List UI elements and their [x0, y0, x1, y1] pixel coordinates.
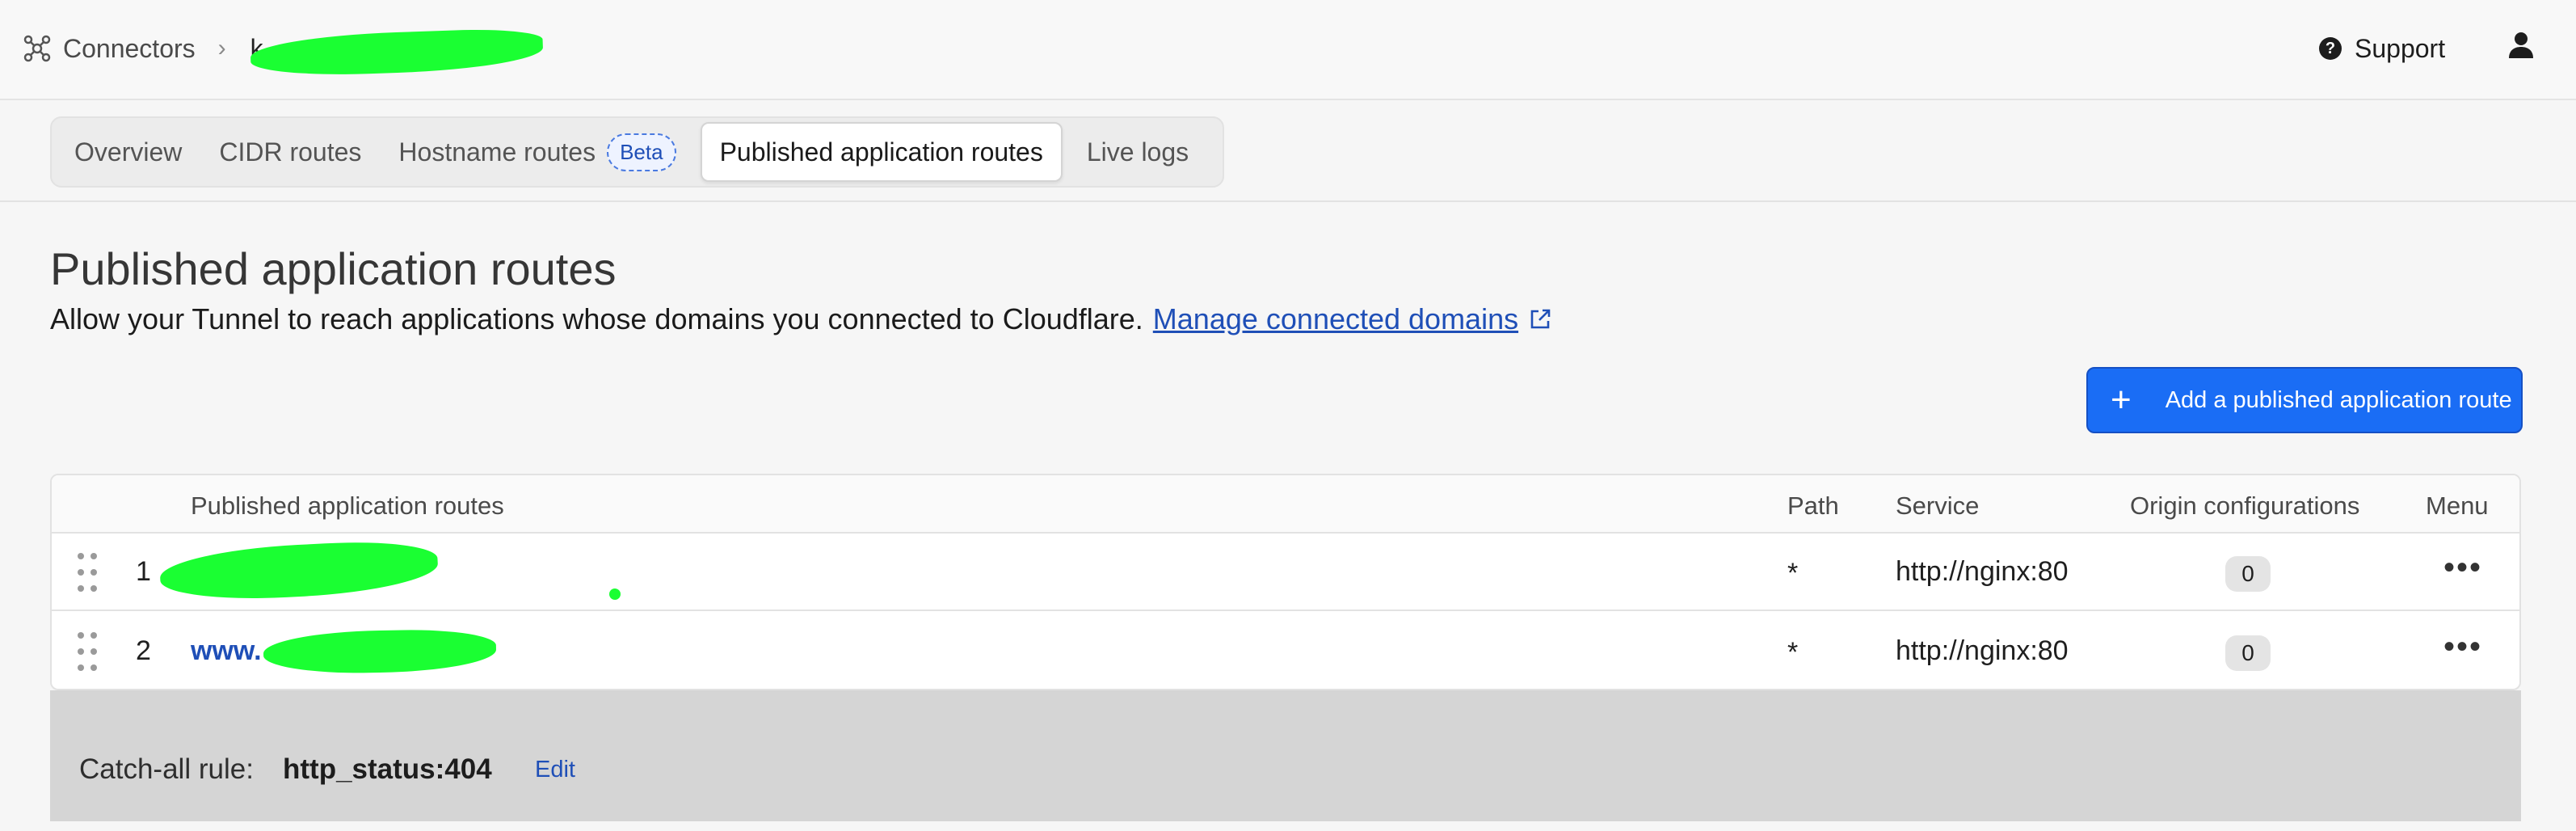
- tab-overview[interactable]: Overview: [61, 122, 195, 182]
- top-header: Connectors › k ? Support: [0, 0, 2576, 100]
- tab-cidr-routes[interactable]: CIDR routes: [206, 122, 374, 182]
- page-description: Allow your Tunnel to reach applications …: [50, 302, 1552, 336]
- breadcrumb-tunnel-name: k: [249, 27, 544, 78]
- tab-bar: Overview CIDR routes Hostname routes Bet…: [50, 116, 1225, 188]
- more-horizontal-icon[interactable]: •••: [2443, 629, 2482, 665]
- tab-label: Hostname routes: [398, 137, 596, 167]
- manage-connected-domains-link[interactable]: Manage connected domains: [1153, 302, 1518, 336]
- column-header-routes: Published application routes: [191, 491, 504, 520]
- route-path: *: [1787, 637, 1799, 668]
- description-text: Allow your Tunnel to reach applications …: [50, 302, 1143, 335]
- column-header-origin: Origin configurations: [2130, 491, 2360, 520]
- external-link-icon: [1530, 309, 1551, 329]
- plus-icon: +: [2111, 380, 2132, 420]
- breadcrumb: Connectors › k: [23, 27, 544, 78]
- add-published-application-route-button[interactable]: + Add a published application route: [2086, 367, 2523, 433]
- tab-label: Published application routes: [719, 137, 1043, 167]
- route-service: http://nginx:80: [1896, 635, 2069, 666]
- route-hostname-link[interactable]: www.: [191, 635, 262, 667]
- column-header-menu: Menu: [2426, 491, 2489, 520]
- routes-table: Published application routes Path Servic…: [50, 474, 2521, 690]
- route-service: http://nginx:80: [1896, 556, 2069, 587]
- drag-handle-icon[interactable]: [78, 632, 97, 673]
- tab-hostname-routes[interactable]: Hostname routes Beta: [385, 122, 688, 182]
- column-header-path: Path: [1787, 491, 1839, 520]
- more-horizontal-icon[interactable]: •••: [2443, 550, 2482, 586]
- row-number: 1: [136, 556, 151, 587]
- redaction-mark: [158, 538, 440, 604]
- catch-all-value: http_status:404: [283, 753, 492, 785]
- support-label: Support: [2355, 33, 2446, 63]
- route-path: *: [1787, 558, 1799, 588]
- chevron-right-icon: ›: [217, 35, 226, 61]
- connector-icon: [23, 35, 51, 62]
- page-title: Published application routes: [50, 243, 617, 294]
- table-row: 2 www. * http://nginx:80 0 •••: [52, 613, 2519, 689]
- redaction-dot: [609, 588, 621, 600]
- origin-config-count: 0: [2225, 635, 2271, 671]
- help-circle-icon: ?: [2319, 37, 2342, 60]
- catch-all-rule: Catch-all rule: http_status:404 Edit: [50, 690, 2521, 821]
- column-header-service: Service: [1896, 491, 1980, 520]
- table-header: Published application routes Path Servic…: [52, 475, 2519, 534]
- tab-label: Live logs: [1086, 137, 1189, 167]
- catch-all-edit-link[interactable]: Edit: [535, 757, 575, 783]
- redaction-mark: [249, 27, 544, 78]
- origin-config-count: 0: [2225, 556, 2271, 592]
- tab-published-application-routes[interactable]: Published application routes: [700, 122, 1063, 182]
- catch-all-label: Catch-all rule:: [79, 753, 254, 785]
- drag-handle-icon[interactable]: [78, 553, 97, 593]
- tabs-row: Overview CIDR routes Hostname routes Bet…: [0, 100, 2576, 202]
- redaction-mark: [263, 628, 497, 675]
- add-button-label: Add a published application route: [2165, 386, 2512, 413]
- tab-label: CIDR routes: [219, 137, 362, 167]
- tab-label: Overview: [74, 137, 183, 167]
- row-number: 2: [136, 635, 151, 666]
- beta-badge: Beta: [607, 133, 676, 171]
- tab-live-logs[interactable]: Live logs: [1074, 122, 1202, 182]
- support-button[interactable]: ? Support: [2319, 31, 2445, 66]
- breadcrumb-connectors-link[interactable]: Connectors: [63, 34, 196, 64]
- user-icon[interactable]: [2505, 29, 2537, 61]
- table-row: 1 * http://nginx:80 0 •••: [52, 534, 2519, 611]
